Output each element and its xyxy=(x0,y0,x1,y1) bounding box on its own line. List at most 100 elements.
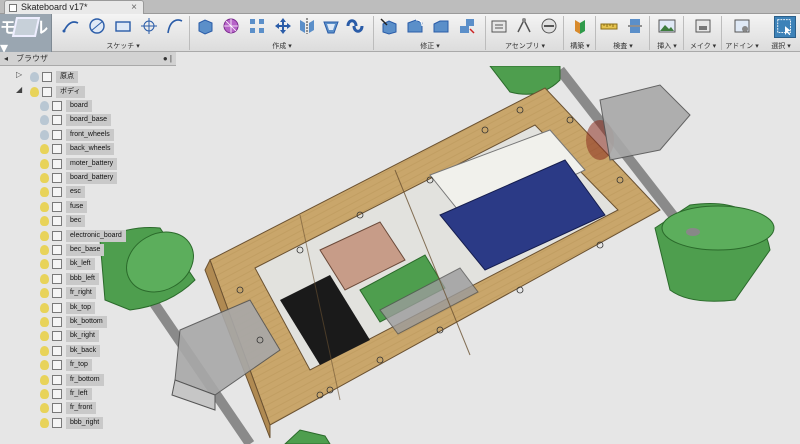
sketch-group[interactable]: スケッチ ▾ xyxy=(58,14,190,52)
insert-image-icon[interactable] xyxy=(658,17,676,35)
folder-icon xyxy=(42,87,52,97)
visibility-bulb-icon[interactable] xyxy=(40,417,49,428)
fillet-icon[interactable] xyxy=(406,17,424,35)
wheel-bottom xyxy=(284,429,331,444)
document-icon xyxy=(9,4,17,12)
rectangle-icon[interactable] xyxy=(114,17,132,35)
ribbon-toolbar: モデル ▾ スケッチ ▾ 作成 ▾ 修正 ▾ アセンブリ ▾ xyxy=(0,14,800,57)
tree-item-label: electronic_board xyxy=(66,229,126,242)
insert-group-label: 挿入 ▾ xyxy=(657,43,677,50)
group-divider xyxy=(373,16,374,50)
select-button[interactable] xyxy=(774,16,796,38)
construct-group[interactable]: 構築 ▾ xyxy=(566,14,596,52)
select-group-label: 選択 ▾ xyxy=(771,43,791,50)
combine-icon[interactable] xyxy=(346,17,364,35)
box-icon[interactable] xyxy=(196,17,214,35)
visibility-bulb-icon[interactable] xyxy=(40,360,49,371)
visibility-bulb-icon[interactable] xyxy=(40,129,49,140)
collapse-triangle-icon[interactable]: ◢ xyxy=(16,85,22,94)
group-divider xyxy=(485,16,486,50)
visibility-bulb-icon[interactable] xyxy=(40,288,49,299)
browser-panel-header[interactable]: ◂ ブラウザ ● | xyxy=(0,52,176,66)
body-icon xyxy=(52,417,62,428)
panel-options-icon[interactable]: ● | xyxy=(163,52,172,66)
pattern-icon[interactable] xyxy=(248,17,266,35)
make-group-label: メイク ▾ xyxy=(689,43,717,50)
visibility-bulb-icon[interactable] xyxy=(40,273,49,284)
body-icon xyxy=(52,389,62,399)
tree-item-label: board_base xyxy=(66,114,111,127)
body-icon xyxy=(52,259,62,270)
close-tab-icon[interactable]: × xyxy=(131,1,137,14)
visibility-bulb-icon[interactable] xyxy=(40,389,49,399)
shell-icon[interactable] xyxy=(322,17,340,35)
visibility-bulb-icon[interactable] xyxy=(40,173,49,183)
align-icon[interactable] xyxy=(458,17,476,35)
visibility-bulb-icon[interactable] xyxy=(30,72,39,82)
joint-icon[interactable] xyxy=(515,17,533,35)
mirror-icon[interactable] xyxy=(298,17,316,35)
scripts-icon[interactable] xyxy=(733,17,751,35)
body-icon xyxy=(52,245,62,255)
dimension-icon[interactable] xyxy=(140,17,158,35)
3d-viewport[interactable] xyxy=(0,66,800,444)
tree-item-label: fr_front xyxy=(66,402,97,415)
collapse-arrow-icon[interactable]: ◂ xyxy=(4,52,8,66)
visibility-bulb-icon[interactable] xyxy=(40,374,49,385)
visibility-bulb-icon[interactable] xyxy=(40,403,49,414)
line-icon[interactable] xyxy=(62,17,80,35)
visibility-bulb-icon[interactable] xyxy=(40,115,49,126)
workspace-switcher-button[interactable]: モデル ▾ xyxy=(0,14,52,57)
visibility-bulb-icon[interactable] xyxy=(40,317,49,327)
circle-icon[interactable] xyxy=(88,17,106,35)
insert-group[interactable]: 挿入 ▾ xyxy=(652,14,684,52)
visibility-bulb-icon[interactable] xyxy=(30,87,39,97)
addins-group[interactable]: アドイン ▾ xyxy=(724,14,760,52)
body-icon xyxy=(52,317,62,327)
assemble-group[interactable]: アセンブリ ▾ xyxy=(488,14,564,52)
tree-item-label: bk_bottom xyxy=(66,316,107,328)
move-icon[interactable] xyxy=(274,17,292,35)
press-pull-icon[interactable] xyxy=(380,17,398,35)
document-tab[interactable]: Skateboard v17* × xyxy=(4,0,144,14)
inspect-group[interactable]: 検査 ▾ xyxy=(598,14,650,52)
offset-plane-icon[interactable] xyxy=(571,17,589,35)
visibility-bulb-icon[interactable] xyxy=(40,331,49,342)
visibility-bulb-icon[interactable] xyxy=(40,345,49,356)
body-icon xyxy=(52,331,62,342)
3d-print-icon[interactable] xyxy=(694,17,712,35)
skateboard-model[interactable] xyxy=(0,66,800,444)
spline-icon[interactable] xyxy=(166,17,184,35)
visibility-bulb-icon[interactable] xyxy=(40,158,49,169)
tree-item-label: bec xyxy=(66,215,86,228)
visibility-bulb-icon[interactable] xyxy=(40,259,49,270)
tree-item-label: moter_battery xyxy=(66,157,118,170)
visibility-bulb-icon[interactable] xyxy=(40,101,49,111)
visibility-bulb-icon[interactable] xyxy=(40,144,49,155)
form-icon[interactable] xyxy=(222,17,240,35)
body-icon xyxy=(52,302,62,313)
visibility-bulb-icon[interactable] xyxy=(40,302,49,313)
sketch-group-label: スケッチ ▾ xyxy=(106,43,140,50)
browser-title: ブラウザ xyxy=(16,54,48,63)
body-icon xyxy=(52,273,62,284)
interference-icon[interactable] xyxy=(626,17,644,35)
new-component-icon[interactable] xyxy=(490,17,508,35)
modify-group[interactable]: 修正 ▾ xyxy=(376,14,486,52)
select-group[interactable]: 選択 ▾ xyxy=(762,14,800,52)
create-group[interactable]: 作成 ▾ xyxy=(192,14,374,52)
visibility-bulb-icon[interactable] xyxy=(40,216,49,227)
visibility-bulb-icon[interactable] xyxy=(40,230,49,241)
expand-triangle-icon[interactable]: ▷ xyxy=(16,70,22,79)
measure-icon[interactable] xyxy=(600,17,618,35)
body-icon xyxy=(52,144,62,155)
visibility-bulb-icon[interactable] xyxy=(40,187,49,198)
folder-icon xyxy=(42,72,52,82)
chamfer-icon[interactable] xyxy=(432,17,450,35)
visibility-bulb-icon[interactable] xyxy=(40,245,49,255)
visibility-bulb-icon[interactable] xyxy=(40,201,49,212)
tree-item-label: fr_right xyxy=(66,287,96,300)
motion-link-icon[interactable] xyxy=(540,17,558,35)
truck-right xyxy=(599,84,691,161)
make-group[interactable]: メイク ▾ xyxy=(686,14,722,52)
